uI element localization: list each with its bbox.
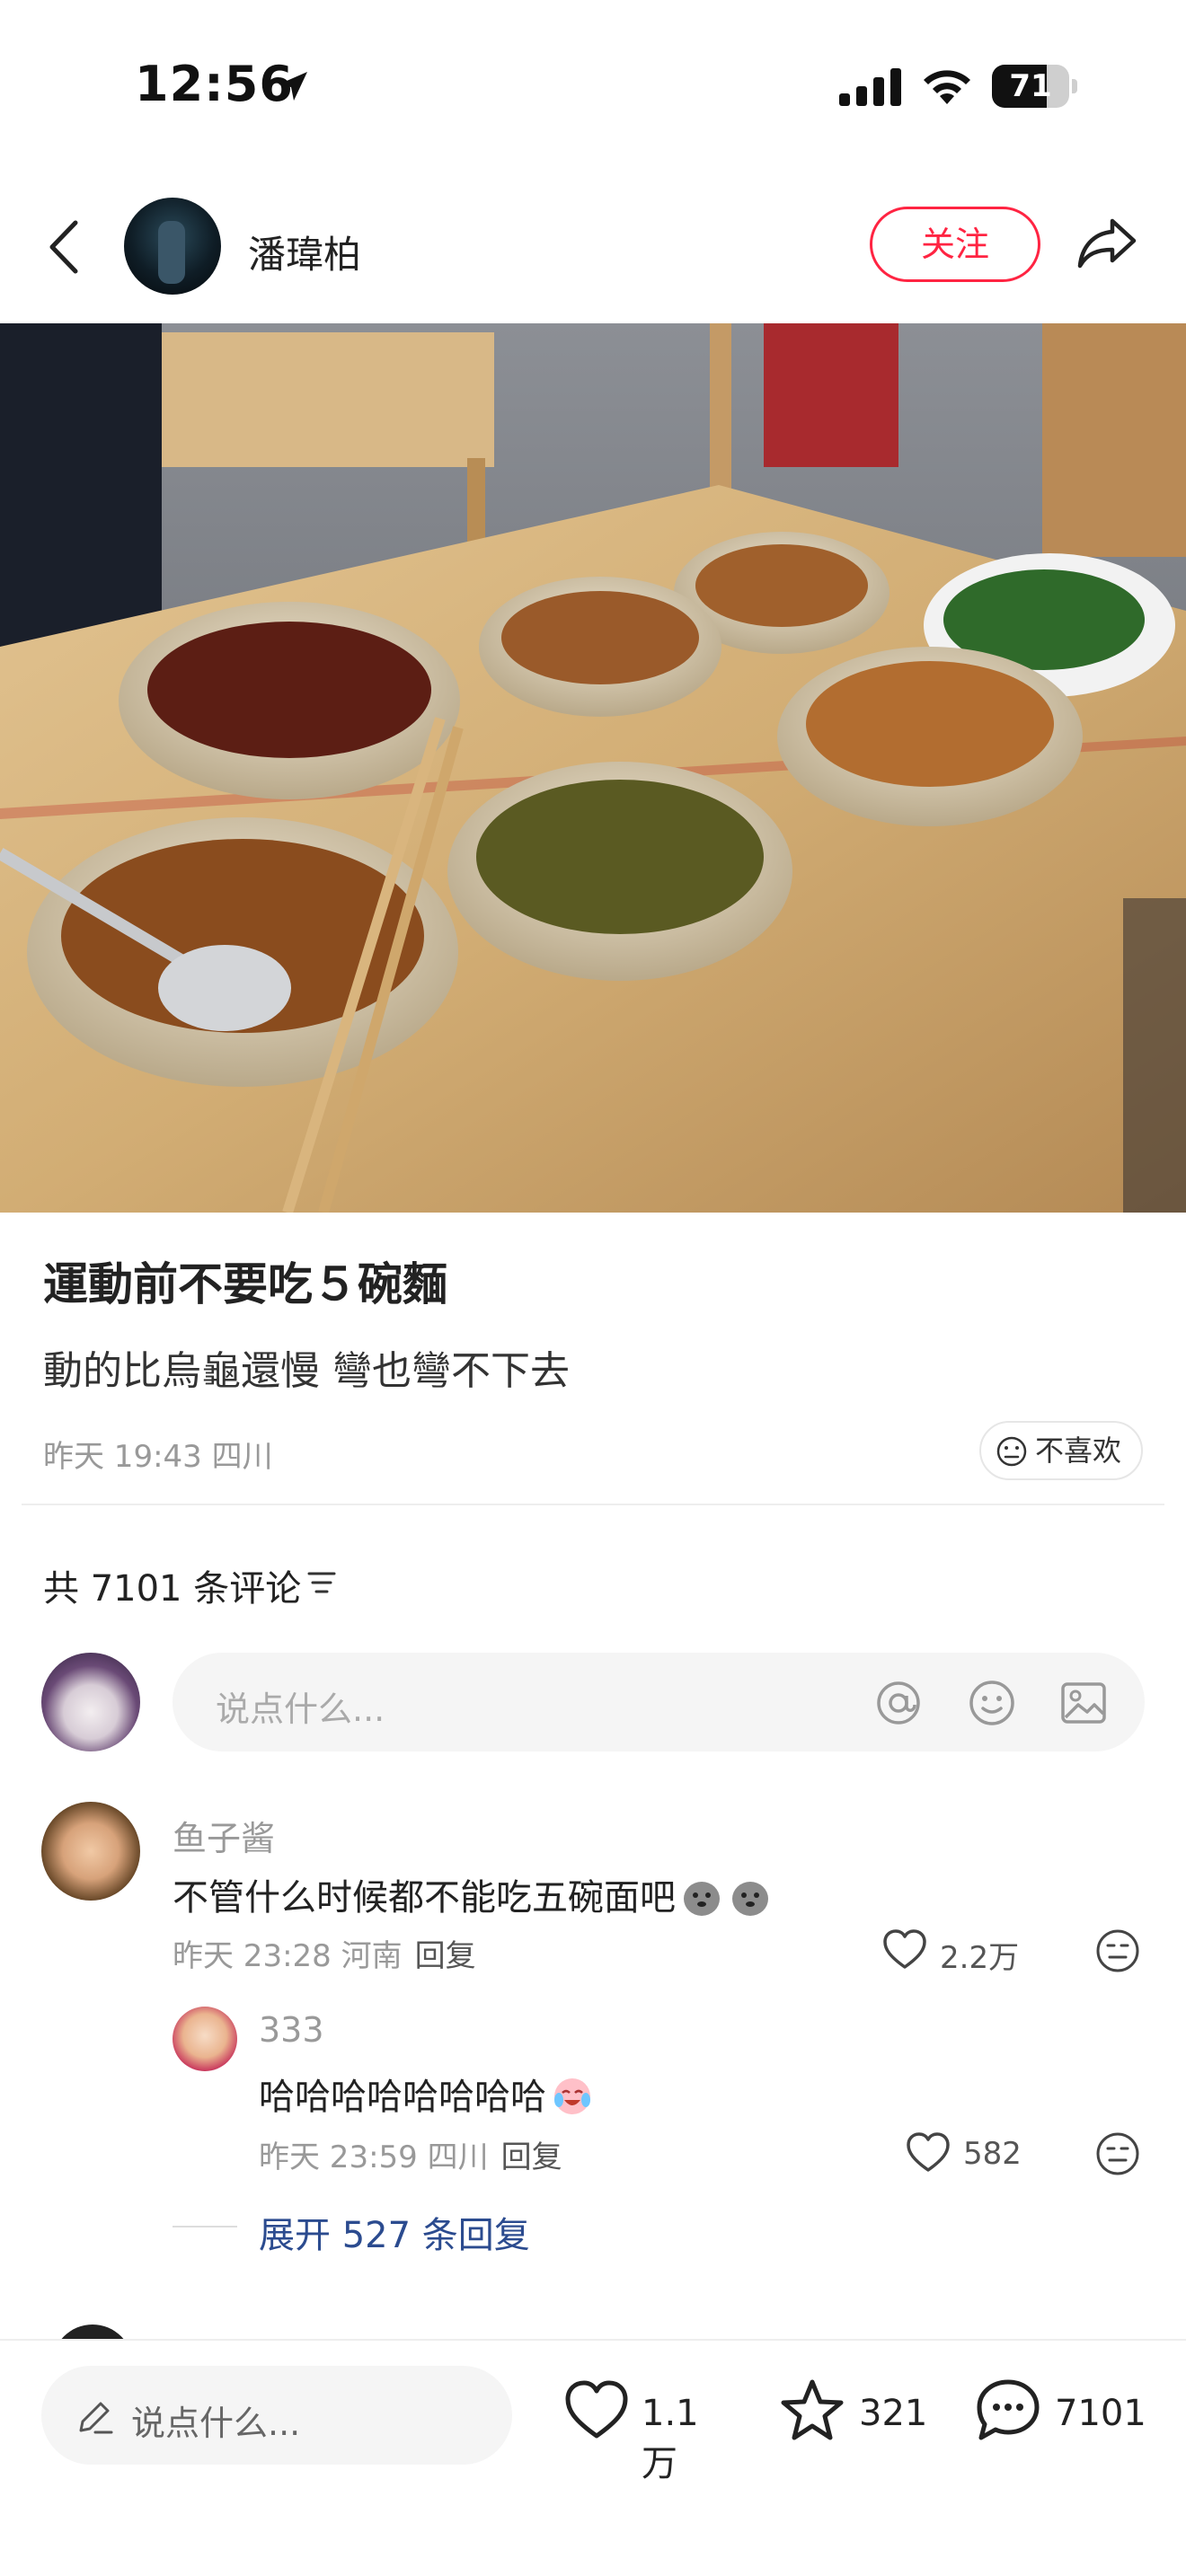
comment-count-bottom: 7101 (1055, 2393, 1146, 2434)
reply-button[interactable]: 回复 (501, 2139, 562, 2175)
comment-input[interactable]: 说点什么... (173, 1653, 1145, 1751)
comment-input-placeholder: 说点什么... (216, 1689, 385, 1729)
favorite-button[interactable]: 321 (776, 2375, 938, 2456)
favorite-count: 321 (859, 2393, 928, 2434)
bottom-action-bar: 说点什么... 1.1万 321 7101 (0, 2339, 1186, 2576)
meh-face-icon (996, 1436, 1027, 1467)
dislike-button[interactable]: 不喜欢 (979, 1421, 1143, 1480)
reply-text-content: 哈哈哈哈哈哈哈哈 (259, 2077, 546, 2118)
comment-like-count: 2.2万 (940, 1940, 1020, 1976)
heart-icon (565, 2380, 628, 2439)
my-avatar (41, 1653, 140, 1751)
dislike-label: 不喜欢 (1035, 1434, 1122, 1468)
reply-text: 哈哈哈哈哈哈哈哈 (259, 2068, 595, 2120)
grey-blob-emoji-icon (684, 1882, 720, 1916)
laughing-crying-emoji-icon (554, 2078, 590, 2114)
heart-icon (907, 2132, 950, 2172)
commenter-name[interactable]: 鱼子酱 (173, 1811, 275, 1860)
sort-filter-icon[interactable] (305, 1566, 338, 1599)
bottom-input-placeholder: 说点什么... (131, 2404, 301, 2443)
comment-text-content: 不管什么时候都不能吃五碗面吧 (173, 1877, 676, 1919)
reply-time-location: 昨天 23:59 四川 (259, 2139, 489, 2175)
bottom-comment-input[interactable]: 说点什么... (41, 2366, 512, 2465)
expand-replies-button[interactable]: 展开 527 条回复 (259, 2206, 530, 2258)
post-meta: 昨天 19:43 四川 (43, 1439, 273, 1475)
back-icon[interactable] (41, 216, 90, 278)
noodle-bowls-photo (0, 323, 1186, 1213)
post-photo[interactable] (0, 323, 1186, 1213)
reply-like-count: 582 (963, 2136, 1022, 2172)
comment-count: 共 7101 条评论 (43, 1568, 302, 1610)
star-icon (781, 2379, 844, 2440)
commenter-avatar[interactable] (41, 1802, 140, 1901)
reply-meta: 昨天 23:59 四川 回复 (259, 2132, 562, 2176)
grey-blob-emoji-icon (732, 1882, 768, 1916)
comments-button[interactable]: 7101 (972, 2375, 1152, 2456)
status-time: 12:56 (135, 56, 294, 112)
battery-percent: 71 (1009, 68, 1052, 104)
comment-time-location: 昨天 23:28 河南 (173, 1938, 403, 1974)
like-button[interactable]: 1.1万 (561, 2375, 731, 2484)
follow-button[interactable]: 关注 (870, 207, 1040, 282)
divider (22, 1504, 1164, 1505)
note-header: 潘瑋柏 关注 (0, 180, 1186, 314)
share-icon[interactable] (1075, 210, 1141, 277)
mention-icon[interactable] (873, 1678, 924, 1728)
like-count: 1.1万 (642, 2393, 699, 2484)
replier-name[interactable]: 333 (259, 2010, 324, 2050)
post-title: 運動前不要吃５碗麵 (43, 1258, 447, 1310)
comment-meta: 昨天 23:28 河南 回复 (173, 1931, 476, 1975)
post-body: 動的比烏龜還慢 彎也彎不下去 (43, 1348, 570, 1394)
expand-divider (173, 2226, 237, 2228)
pencil-icon (79, 2402, 113, 2434)
comment-bubble-icon (977, 2379, 1040, 2440)
status-bar: 12:56 71 (0, 0, 1186, 171)
heart-icon (883, 1929, 926, 1969)
replier-avatar[interactable] (173, 2007, 237, 2071)
wifi-icon (924, 70, 970, 104)
meh-face-icon[interactable] (1094, 1928, 1141, 1974)
reply-button[interactable]: 回复 (415, 1938, 476, 1974)
comment-like-button[interactable]: 2.2万 (881, 1926, 1042, 1976)
battery-indicator: 71 (992, 65, 1078, 108)
emoji-icon[interactable] (967, 1678, 1017, 1728)
comment-text: 不管什么时候都不能吃五碗面吧 (173, 1868, 773, 1920)
author-name[interactable]: 潘瑋柏 (248, 225, 361, 279)
image-icon[interactable] (1058, 1678, 1109, 1728)
cellular-signal-icon (839, 68, 901, 106)
meh-face-icon[interactable] (1094, 2130, 1141, 2177)
reply-like-button[interactable]: 582 (904, 2129, 1048, 2179)
location-arrow-icon (279, 72, 307, 101)
author-avatar[interactable] (124, 198, 221, 295)
